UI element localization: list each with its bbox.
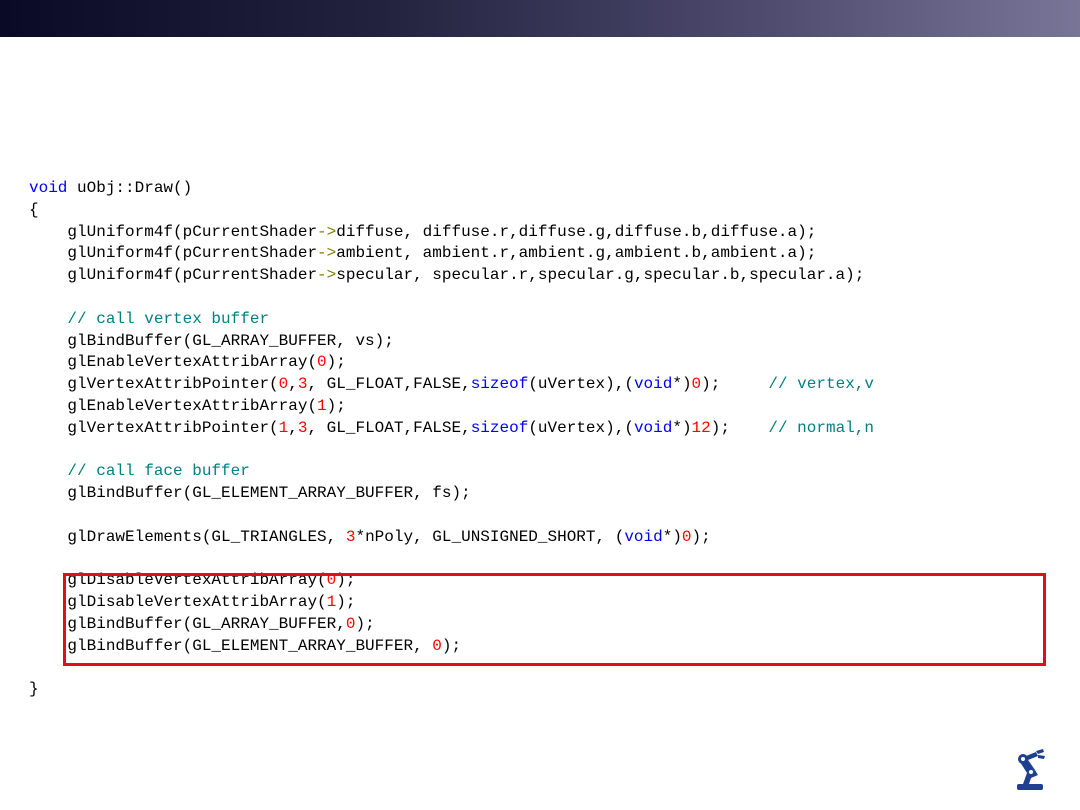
code-line: glUniform4f(pCurrentShader->specular, sp…	[29, 265, 874, 287]
code-token: void	[624, 527, 663, 546]
code-line: glEnableVertexAttribArray(1);	[29, 396, 874, 418]
code-token: glEnableVertexAttribArray(	[29, 396, 318, 415]
code-token: glBindBuffer(GL_ELEMENT_ARRAY_BUFFER, fs…	[29, 484, 471, 503]
code-line: glEnableVertexAttribArray(0);	[29, 352, 874, 374]
code-token: void	[633, 375, 673, 394]
code-token: sizeof	[470, 418, 529, 437]
code-line: glBindBuffer(GL_ELEMENT_ARRAY_BUFFER, fs…	[29, 483, 874, 505]
code-token: }	[29, 680, 39, 699]
code-token: sizeof	[470, 375, 529, 394]
code-token: 0	[278, 375, 289, 394]
code-token: );	[710, 418, 769, 437]
code-line: // call vertex buffer	[29, 309, 874, 331]
code-token: 0	[681, 527, 692, 546]
code-token: ,	[288, 418, 298, 437]
code-token: ->	[317, 266, 337, 285]
code-token: 12	[691, 418, 711, 437]
code-token: ,	[288, 375, 298, 394]
code-token: );	[701, 375, 769, 394]
code-token: *)	[662, 527, 682, 546]
code-token: ->	[317, 222, 337, 241]
code-line: // call face buffer	[29, 461, 874, 483]
code-token: // normal,n	[768, 418, 874, 437]
code-token: 1	[317, 396, 327, 415]
code-token: ->	[317, 244, 337, 263]
code-line: glUniform4f(pCurrentShader->ambient, amb…	[29, 243, 874, 265]
code-token: glVertexAttribPointer(	[29, 375, 279, 394]
code-token: // call vertex buffer	[67, 309, 270, 328]
code-token: // call face buffer	[67, 462, 250, 481]
code-token: diffuse, diffuse.r,diffuse.g,diffuse.b,d…	[336, 222, 817, 241]
code-token: ambient, ambient.r,ambient.g,ambient.b,a…	[336, 244, 817, 263]
code-line: glBindBuffer(GL_ARRAY_BUFFER, vs);	[29, 331, 874, 353]
code-line: glVertexAttribPointer(1,3, GL_FLOAT,FALS…	[29, 418, 874, 440]
code-line: void uObj::Draw()	[29, 178, 874, 200]
code-token: );	[326, 396, 346, 415]
code-token: void	[633, 418, 673, 437]
highlight-box	[63, 573, 1046, 666]
robot-arm-icon	[1017, 749, 1045, 790]
code-token: 0	[317, 353, 327, 372]
code-token: glUniform4f(pCurrentShader	[29, 244, 318, 263]
code-token: glDrawElements(GL_TRIANGLES,	[29, 527, 346, 546]
code-token: , GL_FLOAT,FALSE,	[307, 375, 471, 394]
code-token: glVertexAttribPointer(	[29, 418, 279, 437]
code-token: , GL_FLOAT,FALSE,	[307, 418, 471, 437]
slide-title-bar	[0, 0, 1080, 37]
code-token: glUniform4f(pCurrentShader	[29, 222, 318, 241]
code-token: uObj::Draw()	[67, 179, 193, 197]
code-line: }	[29, 679, 874, 701]
code-token: *nPoly, GL_UNSIGNED_SHORT, (	[355, 527, 625, 546]
code-token: );	[691, 527, 711, 546]
code-token: (uVertex),(	[528, 375, 634, 394]
code-token: void	[29, 179, 68, 197]
code-token: glEnableVertexAttribArray(	[29, 353, 318, 372]
code-token: 1	[278, 418, 289, 437]
code-token: glUniform4f(pCurrentShader	[29, 266, 318, 285]
code-token: // vertex,v	[768, 375, 874, 394]
code-token: {	[29, 200, 39, 219]
code-token: *)	[672, 375, 692, 394]
code-line: glVertexAttribPointer(0,3, GL_FLOAT,FALS…	[29, 374, 874, 396]
code-token: );	[326, 353, 346, 372]
code-token: 0	[691, 375, 702, 394]
code-line: glUniform4f(pCurrentShader->diffuse, dif…	[29, 222, 874, 244]
code-token: specular, specular.r,specular.g,specular…	[336, 266, 865, 285]
code-line: glDrawElements(GL_TRIANGLES, 3*nPoly, GL…	[29, 527, 874, 549]
code-line: {	[29, 200, 874, 222]
code-token: (uVertex),(	[528, 418, 634, 437]
code-token: *)	[672, 418, 692, 437]
code-token: glBindBuffer(GL_ARRAY_BUFFER, vs);	[29, 331, 394, 350]
